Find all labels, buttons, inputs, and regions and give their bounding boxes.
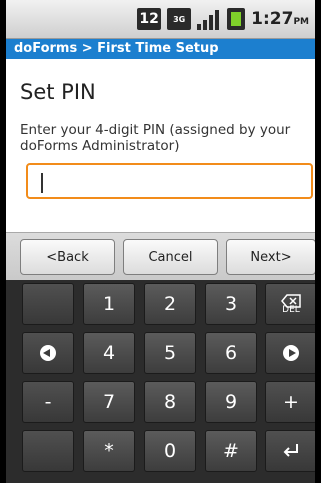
key-6[interactable]: 6 bbox=[205, 332, 257, 374]
key-5[interactable]: 5 bbox=[144, 332, 196, 374]
status-bar: 12 3G 1:27PM bbox=[6, 0, 315, 39]
pin-instruction-text: Enter your 4-digit PIN (assigned by your… bbox=[20, 122, 291, 154]
text-cursor bbox=[41, 173, 43, 193]
clock-time: 1:27 bbox=[251, 9, 294, 29]
key-9[interactable]: 9 bbox=[205, 381, 257, 423]
device-screen: 12 3G 1:27PM doForms > First Time Setup … bbox=[0, 0, 321, 483]
notification-count-badge[interactable]: 12 bbox=[137, 8, 162, 30]
key-plus[interactable]: + bbox=[265, 381, 317, 423]
delete-key[interactable]: DEL bbox=[265, 283, 317, 325]
page-title: Set PIN bbox=[20, 80, 96, 104]
key-3[interactable]: 3 bbox=[205, 283, 257, 325]
signal-strength-icon bbox=[197, 8, 221, 30]
arrow-left-icon bbox=[40, 345, 56, 361]
clock-ampm: PM bbox=[293, 17, 309, 27]
right-arrow-key[interactable] bbox=[265, 332, 317, 374]
enter-key[interactable] bbox=[265, 430, 317, 472]
setup-form: Set PIN Enter your 4-digit PIN (assigned… bbox=[6, 60, 315, 232]
delete-key-label: DEL bbox=[282, 304, 300, 315]
app-title-bar: doForms > First Time Setup bbox=[6, 39, 315, 59]
network-label: 3G bbox=[173, 14, 186, 24]
battery-icon bbox=[227, 8, 246, 30]
key-2[interactable]: 2 bbox=[144, 283, 196, 325]
left-arrow-key[interactable] bbox=[22, 332, 74, 374]
next-button[interactable]: Next> bbox=[226, 239, 316, 275]
key-7[interactable]: 7 bbox=[83, 381, 135, 423]
back-button[interactable]: <Back bbox=[20, 239, 115, 275]
key-blank-1[interactable] bbox=[22, 283, 74, 325]
pin-input[interactable] bbox=[26, 163, 313, 199]
numeric-keyboard: 1 2 3 DEL 4 5 6 - 7 8 9 + * 0 # bbox=[6, 280, 317, 483]
key-minus[interactable]: - bbox=[22, 381, 74, 423]
key-hash[interactable]: # bbox=[205, 430, 257, 472]
enter-icon bbox=[283, 444, 298, 457]
key-8[interactable]: 8 bbox=[144, 381, 196, 423]
action-bar: <Back Cancel Next> bbox=[6, 232, 316, 281]
key-1[interactable]: 1 bbox=[83, 283, 135, 325]
clock: 1:27PM bbox=[251, 9, 309, 29]
cancel-button[interactable]: Cancel bbox=[123, 239, 218, 275]
arrow-right-icon bbox=[283, 345, 299, 361]
status-icons: 12 3G 1:27PM bbox=[137, 7, 309, 31]
key-star[interactable]: * bbox=[83, 430, 135, 472]
key-0[interactable]: 0 bbox=[144, 430, 196, 472]
network-3g-icon: 3G bbox=[167, 8, 192, 30]
key-4[interactable]: 4 bbox=[83, 332, 135, 374]
key-blank-2[interactable] bbox=[22, 430, 74, 472]
